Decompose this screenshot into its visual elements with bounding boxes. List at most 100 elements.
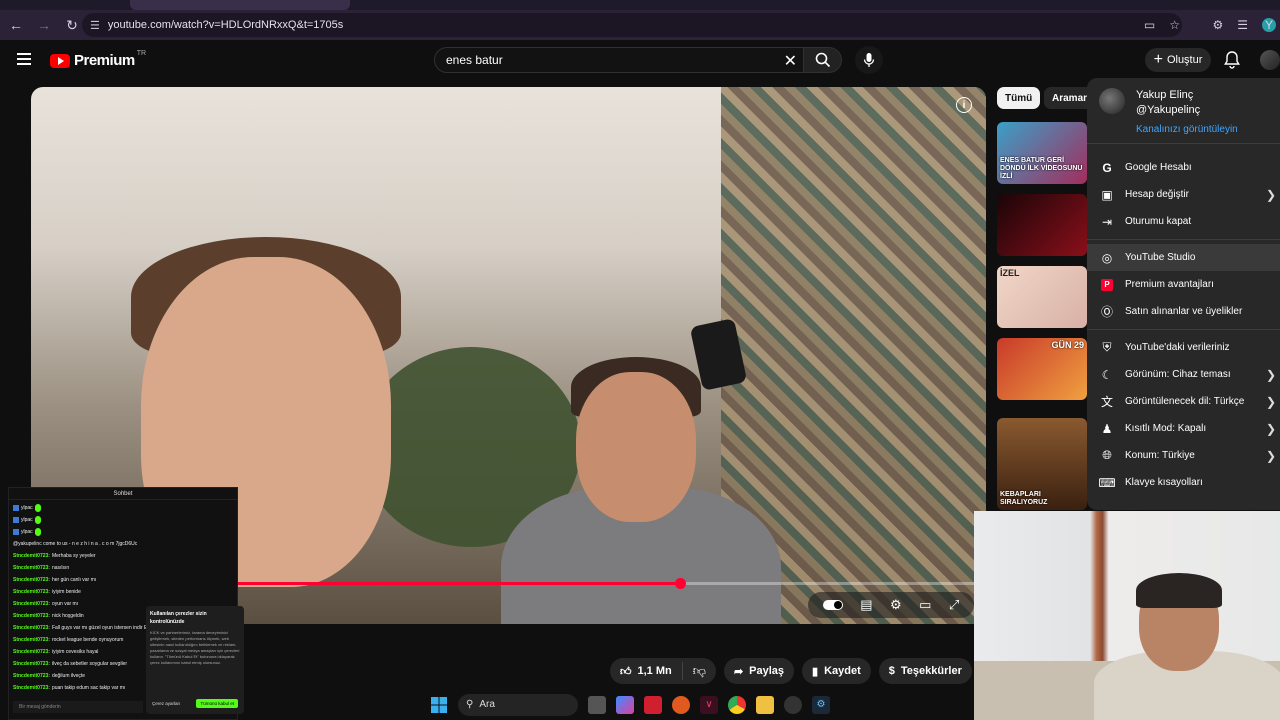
file-explorer-icon[interactable] [756, 695, 774, 714]
chat-username[interactable]: Stncdemit0723: [13, 625, 50, 631]
chat-message: ylpac [13, 502, 233, 514]
view-channel-link[interactable]: Kanalınızı görüntüleyin [1136, 124, 1238, 135]
orange-app-icon[interactable] [672, 695, 690, 714]
country-code: TR [136, 50, 147, 57]
youtube-logo[interactable]: Premium TR [50, 50, 147, 69]
video-actions: 👍︎ 1,1 Mn 👎︎ ➦ Paylaş ▮ Kaydet $ Teşekkü… [610, 658, 1006, 684]
menu-item-location[interactable]: 🌐︎ Konum: Türkiye ❯ [1087, 442, 1280, 469]
chat-username[interactable]: Stncdemit0723: [13, 565, 50, 571]
like-button[interactable]: 👍︎ 1,1 Mn [610, 662, 683, 680]
chat-username[interactable]: Stncdemit0723: [13, 685, 50, 691]
settings-gear-icon[interactable]: ⚙ [890, 597, 902, 613]
menu-item-your-data[interactable]: ⛨ YouTube'daki verileriniz [1087, 334, 1280, 361]
miniplayer-icon[interactable]: ▭ [919, 597, 931, 613]
related-video-thumbnail[interactable]: GÜN 29 [997, 338, 1087, 400]
taskbar-search[interactable]: ⚲ Ara [458, 693, 578, 716]
back-icon[interactable]: ← [4, 13, 28, 37]
site-info-icon[interactable]: ☰ [90, 19, 100, 32]
thanks-button[interactable]: $ Teşekkürler [878, 658, 972, 684]
vector-app-icon[interactable]: ∨ [700, 695, 718, 714]
profile-avatar[interactable]: Y [1262, 18, 1276, 32]
task-view-icon[interactable] [588, 695, 606, 714]
accept-all-button[interactable]: Tümünü kabul et [196, 699, 238, 708]
menu-item-switch-account[interactable]: ▣ Hesap değiştir ❯ [1087, 181, 1280, 208]
save-button[interactable]: ▮ Kaydet [802, 658, 871, 684]
menu-item-google-account[interactable]: G Google Hesabı [1087, 154, 1280, 181]
windows-start-icon[interactable] [430, 696, 448, 714]
chat-username[interactable]: Stncdemit0723: [13, 589, 50, 595]
account-avatar[interactable] [1260, 50, 1280, 70]
create-label: Oluştur [1166, 54, 1203, 66]
chip-all[interactable]: Tümü [997, 87, 1041, 109]
chat-username[interactable]: Stncdemit0723: [13, 649, 50, 655]
menu-item-language[interactable]: 文 Görüntülenecek dil: Türkçe ❯ [1087, 388, 1280, 415]
subtitles-icon[interactable]: ▤ [860, 597, 872, 613]
active-tab[interactable] [130, 0, 350, 10]
chat-username[interactable]: Stncdemit0723: [13, 601, 50, 607]
related-video-thumbnail[interactable]: İZEL [997, 266, 1087, 328]
create-button[interactable]: + Oluştur [1145, 48, 1211, 72]
chat-badge-icon [13, 528, 19, 535]
copilot-icon[interactable] [616, 695, 634, 714]
save-label: Kaydet [824, 665, 861, 677]
chat-text: ilveç da sebetler soygular sevgiler [51, 661, 128, 667]
account-avatar-large [1099, 88, 1125, 114]
cookie-settings-button[interactable]: Çerez ayarları [152, 701, 180, 706]
menu-item-sign-out[interactable]: ⇥ Oturumu kapat [1087, 208, 1280, 235]
account-handle: @Yakupelinç [1136, 104, 1201, 116]
fullscreen-icon[interactable]: ⤢ [949, 597, 959, 613]
menu-item-keyboard-shortcuts[interactable]: ⌨ Klavye kısayolları [1087, 469, 1280, 496]
thumbnail-caption: İZEL [1000, 268, 1020, 278]
chat-message: Stncdemit0723: iyiyim benide [13, 586, 233, 598]
scrubber-handle[interactable] [674, 578, 686, 589]
video-info-icon[interactable]: i [956, 97, 972, 113]
search-button[interactable] [804, 47, 842, 73]
extensions-icon[interactable]: ⚙ [1212, 18, 1223, 32]
menu-item-restricted-mode[interactable]: ♟ Kısıtlı Mod: Kapalı ❯ [1087, 415, 1280, 442]
menu-item-appearance[interactable]: ☾ Görünüm: Cihaz teması ❯ [1087, 361, 1280, 388]
obs-icon[interactable] [784, 695, 802, 714]
translate-icon: 文 [1100, 395, 1113, 409]
chat-text: değilum ilveçte [51, 673, 86, 679]
chat-username[interactable]: Stncdemit0723: [13, 637, 50, 643]
chat-input[interactable]: Bir mesaj gönderin [13, 701, 143, 713]
chat-text: iyiyim cevesiks hayal [51, 649, 99, 655]
steam-icon[interactable]: ⚙ [812, 695, 830, 714]
red-app-icon[interactable] [644, 695, 662, 714]
chevron-right-icon: ❯ [1265, 421, 1276, 436]
thanks-label: Teşekkürler [900, 665, 962, 677]
dislike-button[interactable]: 👎︎ [683, 663, 716, 679]
share-button[interactable]: ➦ Paylaş [723, 658, 795, 684]
menu-divider [1087, 239, 1280, 240]
address-bar[interactable]: ☰ youtube.com/watch?v=HDLOrdNRxxQ&t=1705… [82, 13, 1182, 37]
reading-list-icon[interactable]: ☰ [1237, 18, 1248, 32]
hamburger-menu-icon[interactable] [17, 53, 31, 65]
chat-emote-icon [34, 515, 41, 524]
related-video-thumbnail[interactable]: KEBAPLARI SIRALIYORUZ [997, 418, 1087, 510]
related-video-thumbnail[interactable]: ENES BATUR GERİ DÖNDÜ İLK VİDEOSUNU İZLİ [997, 122, 1087, 184]
chat-username[interactable]: Stncdemit0723: [13, 673, 50, 679]
chat-message: Stncdemit0723: her gün canlı var mı [13, 574, 233, 586]
menu-item-purchases[interactable]: Ⓞ Satın alınanlar ve üyelikler [1087, 298, 1280, 325]
cast-icon[interactable]: ▭ [1144, 18, 1155, 32]
bookmark-star-icon[interactable]: ☆ [1169, 18, 1180, 32]
chat-username[interactable]: Stncdemit0723: [13, 577, 50, 583]
chat-badge-icon [13, 516, 19, 523]
share-icon: ➦ [733, 665, 744, 678]
video-progress-bar[interactable] [238, 578, 974, 589]
reload-icon[interactable]: ↻ [60, 13, 84, 37]
chat-username[interactable]: Stncdemit0723: [13, 661, 50, 667]
related-video-thumbnail[interactable] [997, 194, 1087, 256]
clear-search-icon[interactable]: ✕ [784, 51, 797, 71]
search-input[interactable]: enes batur ✕ [434, 47, 804, 73]
chrome-icon[interactable] [728, 695, 746, 714]
chat-text: puan takip edum sac takip var mı [51, 685, 126, 691]
notifications-bell-icon[interactable] [1222, 50, 1242, 70]
voice-search-button[interactable] [855, 46, 883, 74]
chat-username[interactable]: Stncdemit0723: [13, 613, 50, 619]
menu-item-youtube-studio[interactable]: ◎ YouTube Studio [1087, 244, 1280, 271]
forward-icon[interactable]: → [32, 13, 56, 37]
autoplay-toggle[interactable] [822, 600, 843, 610]
menu-item-premium-benefits[interactable]: P Premium avantajları [1087, 271, 1280, 298]
chat-username[interactable]: Stncdemit0723: [13, 553, 50, 559]
